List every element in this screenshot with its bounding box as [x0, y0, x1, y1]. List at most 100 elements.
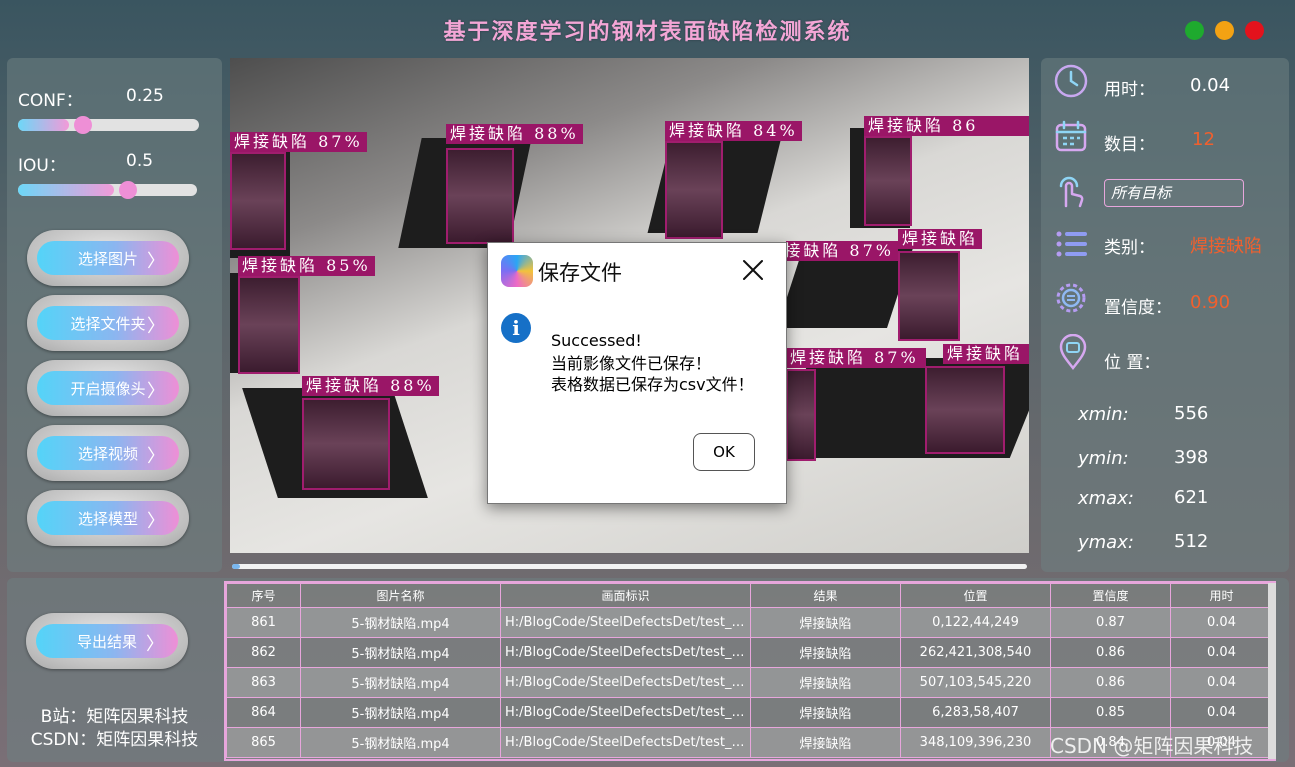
- table-cell: 0.04: [1170, 667, 1273, 698]
- detection-box: [665, 141, 723, 239]
- table-cell: 焊接缺陷: [750, 727, 901, 758]
- chevron-right-icon: 〉: [147, 381, 165, 402]
- position-label: 位 置：: [1104, 353, 1161, 373]
- iou-slider[interactable]: [18, 181, 197, 199]
- select-folder-label: 选择文件夹: [70, 314, 146, 333]
- select-image-button[interactable]: 选择图片 〉: [37, 241, 179, 275]
- confidence-value: 0.90: [1190, 292, 1231, 313]
- detection-label: 焊接缺陷 87%: [786, 241, 898, 261]
- detection-label: 焊接缺陷 86: [864, 116, 1029, 136]
- col-header[interactable]: 结果: [750, 583, 901, 608]
- select-video-button[interactable]: 选择视频 〉: [37, 436, 179, 470]
- ymin-value: 398: [1174, 447, 1209, 468]
- xmax-value: 621: [1174, 487, 1209, 508]
- app-title: 基于深度学习的钢材表面缺陷检测系统: [443, 19, 852, 45]
- class-value: 焊接缺陷: [1190, 236, 1262, 257]
- table-row[interactable]: 862 5-钢材缺陷.mp4 H:/BlogCode/SteelDefectsD…: [226, 637, 1273, 668]
- open-camera-button-frame: 开启摄像头 〉: [27, 360, 189, 416]
- conf-slider-fill: [18, 119, 69, 131]
- ymin-label: ymin:: [1078, 448, 1129, 469]
- table-cell: H:/BlogCode/SteelDefectsDet/test_m...: [500, 727, 751, 758]
- select-model-button[interactable]: 选择模型 〉: [37, 501, 179, 535]
- table-cell: 5-钢材缺陷.mp4: [300, 697, 501, 728]
- export-button-frame: 导出结果 〉: [26, 613, 188, 669]
- table-cell: 861: [226, 607, 301, 638]
- detection-label: 焊接缺陷 87%: [230, 132, 367, 152]
- col-header[interactable]: 图片名称: [300, 583, 501, 608]
- table-row[interactable]: 861 5-钢材缺陷.mp4 H:/BlogCode/SteelDefectsD…: [226, 607, 1273, 638]
- table-cell: 0,122,44,249: [900, 607, 1051, 638]
- select-image-button-frame: 选择图片 〉: [27, 230, 189, 286]
- table-scrollbar[interactable]: [1268, 583, 1276, 759]
- ymax-value: 512: [1174, 531, 1209, 552]
- table-cell: 5-钢材缺陷.mp4: [300, 607, 501, 638]
- save-file-dialog: 保存文件 i Successed! 当前影像文件已保存！ 表格数据已保存为csv…: [487, 242, 787, 504]
- iou-value: 0.5: [126, 151, 154, 171]
- dialog-message-line3: 表格数据已保存为csv文件！: [551, 375, 754, 394]
- detection-label: 焊接缺陷 88%: [446, 124, 583, 144]
- detection-label: 焊接缺陷: [898, 229, 983, 249]
- conf-value: 0.25: [126, 86, 164, 106]
- table-cell: 0.04: [1170, 637, 1273, 668]
- gear-icon: [1056, 283, 1086, 313]
- table-cell: 0.86: [1050, 667, 1171, 698]
- video-progress-bar[interactable]: [232, 564, 1027, 569]
- ok-button[interactable]: OK: [693, 433, 755, 471]
- table-cell: 865: [226, 727, 301, 758]
- table-cell: 5-钢材缺陷.mp4: [300, 637, 501, 668]
- table-cell: 862: [226, 637, 301, 668]
- detection-label: 焊接缺陷 87%: [786, 348, 926, 368]
- table-cell: H:/BlogCode/SteelDefectsDet/test_m...: [500, 697, 751, 728]
- col-header[interactable]: 画面标识: [500, 583, 751, 608]
- bilibili-credit: B站：矩阵因果科技: [40, 707, 189, 727]
- col-header[interactable]: 位置: [900, 583, 1051, 608]
- table-cell: 507,103,545,220: [900, 667, 1051, 698]
- col-header[interactable]: 序号: [226, 583, 301, 608]
- table-row[interactable]: 864 5-钢材缺陷.mp4 H:/BlogCode/SteelDefectsD…: [226, 697, 1273, 728]
- time-value: 0.04: [1190, 75, 1231, 96]
- table-cell: H:/BlogCode/SteelDefectsDet/test_m...: [500, 667, 751, 698]
- table-cell: 焊接缺陷: [750, 637, 901, 668]
- iou-label: IOU：: [18, 156, 66, 176]
- conf-slider-handle[interactable]: [74, 116, 92, 134]
- detection-box: [898, 251, 960, 341]
- select-folder-button-frame: 选择文件夹 〉: [27, 295, 189, 351]
- table-cell: 262,421,308,540: [900, 637, 1051, 668]
- select-model-label: 选择模型: [77, 509, 138, 528]
- detection-box: [238, 276, 300, 374]
- table-cell: 6,283,58,407: [900, 697, 1051, 728]
- dialog-title: 保存文件: [538, 261, 622, 285]
- col-header[interactable]: 用时: [1170, 583, 1273, 608]
- col-header[interactable]: 置信度: [1050, 583, 1171, 608]
- open-camera-button[interactable]: 开启摄像头 〉: [37, 371, 179, 405]
- select-video-button-frame: 选择视频 〉: [27, 425, 189, 481]
- target-select[interactable]: 所有目标: [1104, 179, 1244, 207]
- xmin-value: 556: [1174, 403, 1209, 424]
- conf-slider[interactable]: [18, 116, 199, 134]
- table-cell: 0.86: [1050, 637, 1171, 668]
- table-cell: 348,109,396,230: [900, 727, 1051, 758]
- table-cell: 0.04: [1170, 697, 1273, 728]
- watermark: CSDN @矩阵因果科技: [1050, 734, 1254, 758]
- select-folder-button[interactable]: 选择文件夹 〉: [37, 306, 179, 340]
- info-icon: i: [501, 313, 531, 343]
- select-model-button-frame: 选择模型 〉: [27, 490, 189, 546]
- chevron-right-icon: 〉: [147, 251, 165, 272]
- maximize-button[interactable]: [1185, 21, 1204, 40]
- table-cell: H:/BlogCode/SteelDefectsDet/test_m...: [500, 637, 751, 668]
- iou-slider-handle[interactable]: [119, 181, 137, 199]
- xmax-label: xmax:: [1078, 488, 1134, 509]
- export-button[interactable]: 导出结果 〉: [36, 624, 178, 658]
- table-cell: 焊接缺陷: [750, 697, 901, 728]
- export-label: 导出结果: [76, 632, 137, 651]
- open-camera-label: 开启摄像头: [70, 379, 146, 398]
- minimize-button[interactable]: [1215, 21, 1234, 40]
- close-icon[interactable]: [742, 259, 764, 281]
- close-button[interactable]: [1245, 21, 1264, 40]
- count-label: 数目：: [1104, 135, 1155, 155]
- count-value: 12: [1192, 129, 1215, 150]
- class-label: 类别：: [1104, 238, 1155, 258]
- table-row[interactable]: 863 5-钢材缺陷.mp4 H:/BlogCode/SteelDefectsD…: [226, 667, 1273, 698]
- chevron-right-icon: 〉: [147, 446, 165, 467]
- detection-box: [925, 366, 1005, 454]
